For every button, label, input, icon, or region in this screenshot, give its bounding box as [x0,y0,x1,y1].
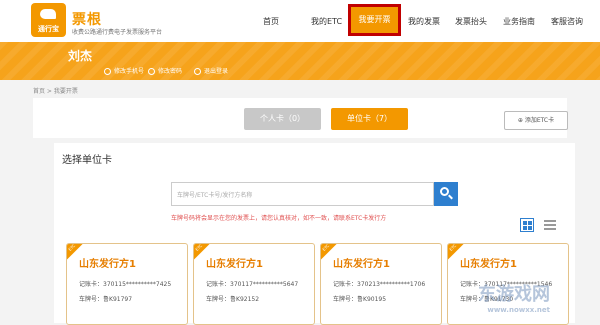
breadcrumb: 首页 > 我要开票 [33,88,78,95]
brand-slogan: 收费公路通行费电子发票服务平台 [72,29,163,36]
card-issuer: 山东发行方1 [79,259,136,270]
logo-icon[interactable]: 通行宝 [31,3,66,37]
logout-icon [194,68,201,75]
plus-icon: ⊕ [517,117,525,124]
card-issuer: 山东发行方1 [206,259,263,270]
watermark-main: 东游戏网 [478,284,550,305]
etc-card[interactable]: ETC 山东发行方1 记账卡：370115**********7425 车牌号：… [66,243,188,325]
card-plate-row: 车牌号：鲁K90195 [333,296,387,303]
tab-personal-card[interactable]: 个人卡（0） [244,108,321,130]
change-phone-label: 修改手机号 [114,68,145,75]
brand-name: 票根 [72,12,102,28]
grid-view-icon[interactable] [520,218,534,232]
user-name: 刘杰 [68,49,93,63]
etc-card[interactable]: ETC 山东发行方1 记账卡：370213**********1706 车牌号：… [320,243,442,325]
card-number-row: 记账卡：370213**********1706 [333,281,426,288]
card-issuer: 山东发行方1 [460,259,517,270]
card-number-row: 记账卡：370115**********7425 [79,281,172,288]
nav-issue-invoice[interactable]: 我要开票 [348,4,401,36]
etc-card[interactable]: ETC 山东发行方1 记账卡：370117**********5647 车牌号：… [193,243,315,325]
card-plate-row: 车牌号：鲁K92152 [206,296,260,303]
search-button[interactable] [434,182,458,206]
search-icon-handle [448,194,453,200]
phone-icon [104,68,111,75]
user-banner: 刘杰 修改手机号 修改密码 退出登录 [0,42,600,80]
nav-customer-service[interactable]: 客服咨询 [551,16,583,27]
search-placeholder: 车牌号/ETC卡号/发行方名称 [177,192,253,199]
panel-title: 选择单位卡 [62,155,112,166]
logout-link[interactable]: 退出登录 [194,66,228,75]
nav-invoice-title[interactable]: 发票抬头 [455,16,487,27]
change-phone-link[interactable]: 修改手机号 [104,66,144,75]
card-plate-row: 车牌号：鲁K91797 [79,296,133,303]
logo-label: 通行宝 [38,25,59,33]
watermark-sub: www.nowxx.net [487,306,550,314]
lock-icon [148,68,155,75]
card-issuer: 山东发行方1 [333,259,390,270]
card-number-row: 记账卡：370117**********5647 [206,281,299,288]
nav-home[interactable]: 首页 [263,16,279,27]
tab-company-card[interactable]: 单位卡（7） [331,108,408,130]
add-etc-label: 添加ETC卡 [524,117,555,124]
change-password-link[interactable]: 修改密码 [148,66,182,75]
logo-leaf-icon [40,9,56,19]
list-view-icon[interactable] [544,219,556,231]
change-password-label: 修改密码 [158,68,183,75]
site-watermark: 东游戏网 www.nowxx.net [478,280,550,314]
nav-my-etc[interactable]: 我的ETC [311,16,342,27]
nav-business-guide[interactable]: 业务指南 [503,16,535,27]
logout-label: 退出登录 [204,68,229,75]
search-input[interactable]: 车牌号/ETC卡号/发行方名称 [171,182,434,206]
nav-my-invoices[interactable]: 我的发票 [408,16,440,27]
add-etc-button[interactable]: ⊕ 添加ETC卡 [504,111,568,130]
top-bar: 通行宝 票根 收费公路通行费电子发票服务平台 首页 我的ETC 我要开票 我的发… [0,0,600,42]
plate-hint: 车牌号码将会显示在您的发票上，请您认真核对，如不一致，请联系ETC卡发行方 [171,215,387,222]
card-type-tabs: 个人卡（0） 单位卡（7） ⊕ 添加ETC卡 [33,98,568,138]
